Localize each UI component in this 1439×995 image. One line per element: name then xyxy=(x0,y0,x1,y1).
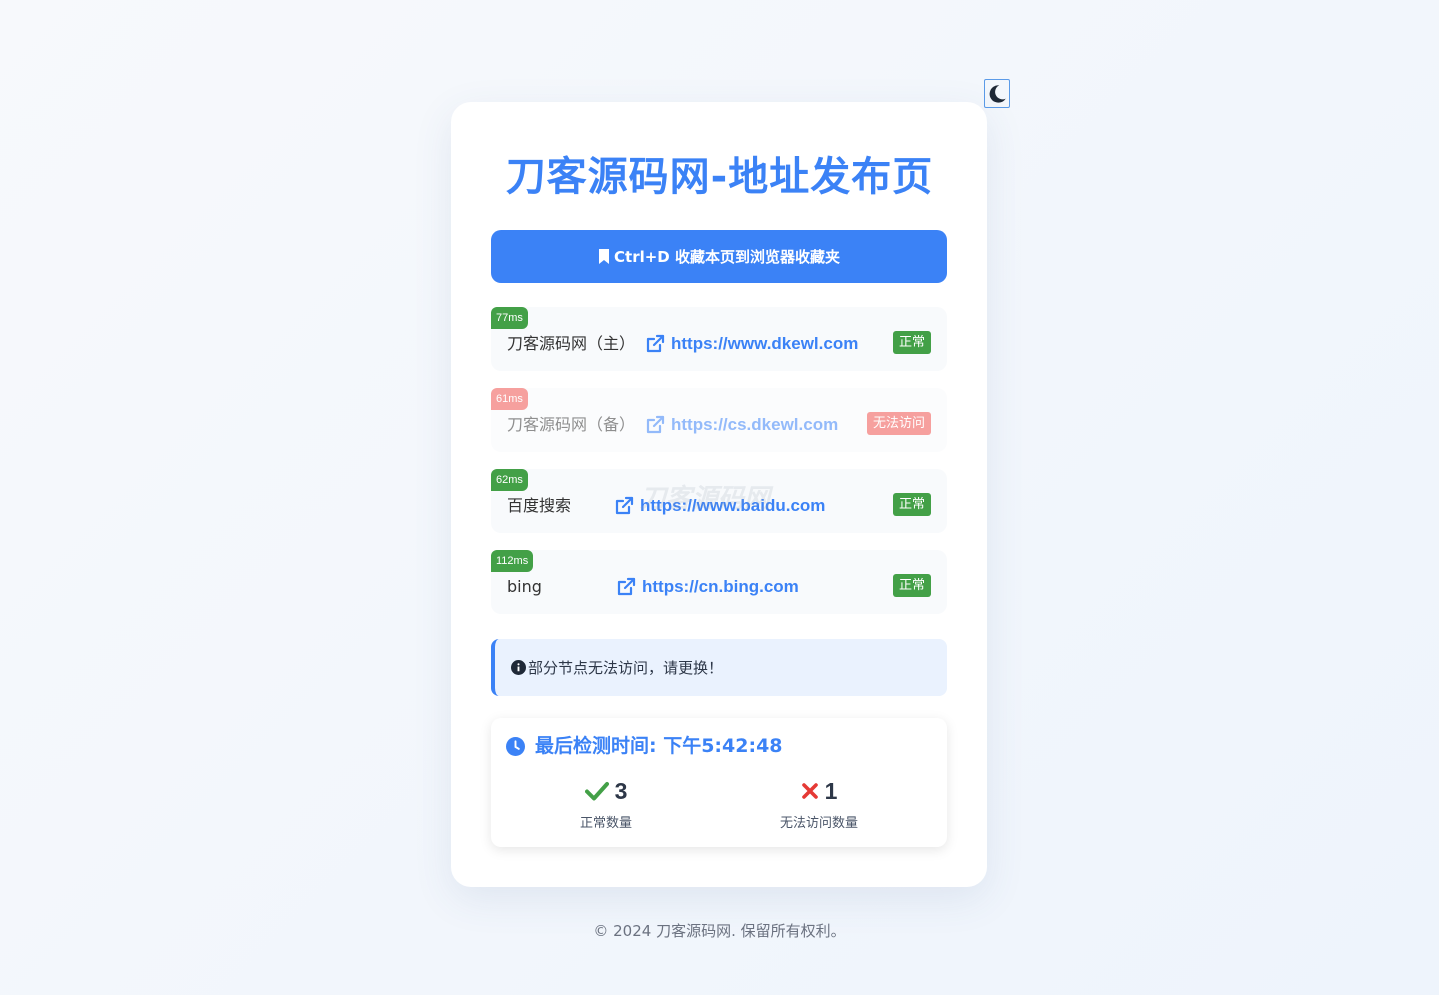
link-name: bing xyxy=(507,577,542,596)
link-url-text: https://www.baidu.com xyxy=(640,496,826,515)
link-url[interactable]: https://cs.dkewl.com xyxy=(645,412,838,438)
ok-label: 正常数量 xyxy=(579,816,632,831)
footer: © 2024 刀客源码网. 保留所有权利。 xyxy=(593,922,846,940)
info-circle-icon xyxy=(511,660,526,675)
latency-badge: 77ms xyxy=(491,307,528,329)
link-row: 61ms 刀客源码网（备） https://cs.dkewl.com 无法访问 xyxy=(491,388,947,452)
link-url[interactable]: https://www.baidu.com xyxy=(614,493,825,519)
bookmark-icon xyxy=(598,249,610,264)
theme-toggle-button[interactable] xyxy=(984,79,1010,108)
link-url[interactable]: https://www.dkewl.com xyxy=(645,331,858,357)
notice-box: 部分节点无法访问，请更换！ xyxy=(491,639,947,696)
link-name: 刀客源码网（主） xyxy=(507,334,636,353)
stats-card: 最后检测时间: 下午5:42:48 3 正常数量 1 无法访问数量 xyxy=(491,718,947,847)
link-name: 百度搜索 xyxy=(507,496,572,515)
status-badge: 正常 xyxy=(892,574,931,597)
external-link-icon xyxy=(614,496,634,516)
fail-label: 无法访问数量 xyxy=(779,816,858,831)
check-icon xyxy=(584,781,609,801)
latency-badge: 112ms xyxy=(491,550,534,572)
fail-count: 1 xyxy=(824,777,838,804)
link-url-text: https://cs.dkewl.com xyxy=(671,415,839,434)
link-row: 77ms 刀客源码网（主） https://www.dkewl.com 正常 xyxy=(491,307,947,371)
ok-count: 3 xyxy=(614,777,628,804)
notice-text: 部分节点无法访问，请更换！ xyxy=(528,659,724,677)
link-url[interactable]: https://cn.bing.com xyxy=(616,574,799,600)
last-check: 最后检测时间: 下午5:42:48 xyxy=(506,733,783,759)
moon-icon xyxy=(986,83,1008,105)
status-badge: 正常 xyxy=(892,331,931,354)
link-url-text: https://cn.bing.com xyxy=(642,577,799,596)
bookmark-button[interactable]: Ctrl+D 收藏本页到浏览器收藏夹 xyxy=(491,230,947,283)
page-title: 刀客源码网-地址发布页 xyxy=(505,154,934,200)
external-link-icon xyxy=(645,415,665,435)
clock-icon xyxy=(506,736,525,756)
last-check-text: 最后检测时间: 下午5:42:48 xyxy=(535,735,783,757)
status-badge: 正常 xyxy=(892,493,931,516)
latency-badge: 62ms xyxy=(491,469,528,491)
status-badge: 无法访问 xyxy=(866,412,931,435)
link-row: 112ms bing https://cn.bing.com 正常 xyxy=(491,550,947,614)
bookmark-button-label: Ctrl+D 收藏本页到浏览器收藏夹 xyxy=(614,248,840,266)
link-name: 刀客源码网（备） xyxy=(507,415,636,434)
latency-badge: 61ms xyxy=(491,388,528,410)
external-link-icon xyxy=(616,577,636,597)
fail-stat: 1 无法访问数量 xyxy=(739,776,899,832)
link-url-text: https://www.dkewl.com xyxy=(671,334,859,353)
x-icon xyxy=(801,782,819,800)
external-link-icon xyxy=(645,334,665,354)
ok-stat: 3 正常数量 xyxy=(526,776,686,832)
link-row: 62ms 百度搜索 https://www.baidu.com 正常 xyxy=(491,469,947,533)
